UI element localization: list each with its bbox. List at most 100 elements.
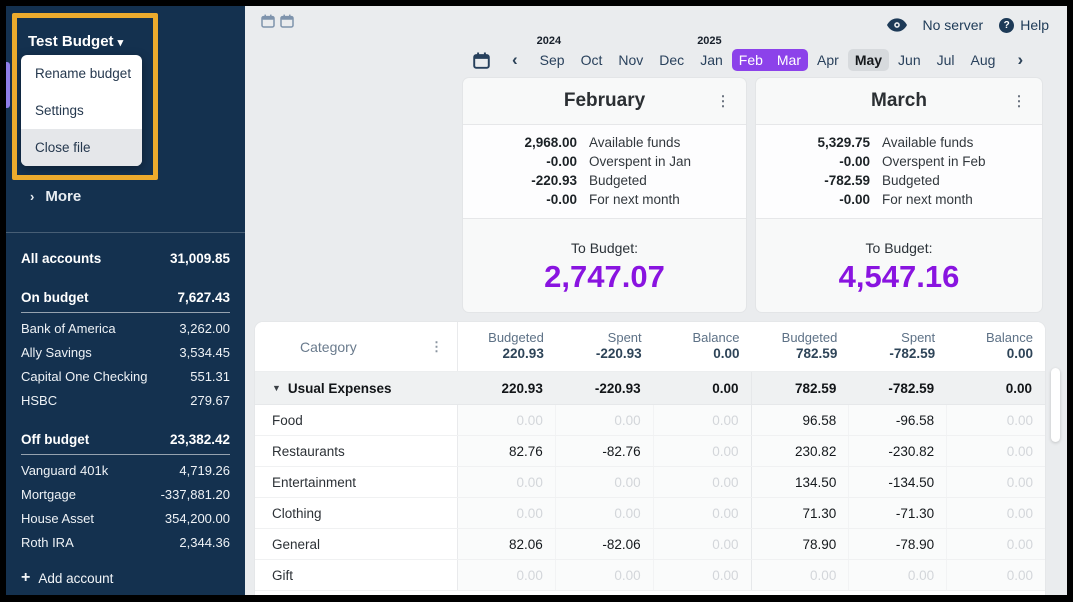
summary-value: -0.00 — [463, 192, 577, 207]
category-name-cell[interactable]: Clothing — [255, 498, 458, 528]
all-accounts-value: 31,009.85 — [170, 251, 230, 266]
column-header-spent[interactable]: Spent-782.59 — [849, 330, 947, 363]
add-account-button[interactable]: + Add account — [21, 566, 113, 590]
budget-value-cell[interactable]: -230.82 — [849, 436, 947, 466]
budget-name-button[interactable]: Test Budget▾ — [28, 33, 123, 50]
sidebar-item-all-accounts[interactable]: All accounts 31,009.85 — [21, 246, 230, 270]
month-jun[interactable]: Jun — [891, 49, 928, 71]
category-name-cell[interactable]: Entertainment — [255, 467, 458, 497]
column-header-budgeted[interactable]: Budgeted220.93 — [458, 330, 556, 363]
budget-value-cell[interactable]: 0.00 — [752, 560, 850, 590]
budget-value-cell[interactable]: 0.00 — [458, 560, 556, 590]
server-status-label[interactable]: No server — [923, 17, 984, 33]
budget-value-cell[interactable]: 0.00 — [654, 560, 752, 590]
month-may[interactable]: May — [848, 49, 889, 71]
budget-value-cell[interactable]: 134.50 — [752, 467, 850, 497]
category-name-cell[interactable]: Gift — [255, 560, 458, 590]
category-name: Clothing — [272, 506, 322, 521]
budget-value-cell[interactable]: 0.00 — [556, 560, 654, 590]
account-row[interactable]: Capital One Checking551.31 — [21, 364, 230, 388]
budget-value-cell[interactable]: 0.00 — [947, 529, 1045, 559]
previous-months-button[interactable]: ‹ — [506, 50, 524, 70]
sidebar-item-more[interactable]: › More — [30, 188, 81, 205]
table-header-row: Category ⋮ Budgeted220.93Spent-220.93Bal… — [255, 322, 1045, 372]
month-jul[interactable]: Jul — [930, 49, 962, 71]
budget-value-cell[interactable]: 0.00 — [654, 529, 752, 559]
budget-value-cell[interactable]: -96.58 — [849, 405, 947, 435]
calendar-icon[interactable] — [280, 14, 294, 33]
budget-value-cell[interactable]: 0.00 — [947, 436, 1045, 466]
month-mar[interactable]: Mar — [770, 49, 808, 71]
account-name: Mortgage — [21, 487, 76, 502]
privacy-eye-icon[interactable] — [887, 18, 907, 32]
month-feb[interactable]: Feb — [732, 49, 770, 71]
budget-value-cell[interactable]: 0.00 — [947, 498, 1045, 528]
column-header-budgeted[interactable]: Budgeted782.59 — [752, 330, 850, 363]
to-budget-amount[interactable]: 2,747.07 — [463, 259, 746, 295]
column-header-balance[interactable]: Balance0.00 — [654, 330, 752, 363]
budget-value-cell[interactable]: -82.06 — [556, 529, 654, 559]
budget-value-cell[interactable]: 0.00 — [654, 498, 752, 528]
month-menu-dots-icon[interactable]: ⋮ — [716, 93, 730, 110]
account-row[interactable]: House Asset354,200.00 — [21, 506, 230, 530]
summary-value: 5,329.75 — [756, 135, 870, 150]
month-menu-dots-icon[interactable]: ⋮ — [1012, 93, 1026, 110]
month-sep[interactable]: Sep2024 — [533, 49, 572, 71]
account-row[interactable]: Mortgage-337,881.20 — [21, 482, 230, 506]
account-row[interactable]: Ally Savings3,534.45 — [21, 340, 230, 364]
budget-value-cell[interactable]: 0.00 — [654, 405, 752, 435]
budget-value-cell[interactable]: 82.76 — [458, 436, 556, 466]
budget-value-cell[interactable]: 0.00 — [556, 498, 654, 528]
next-months-button[interactable]: › — [1011, 50, 1029, 70]
budget-value-cell[interactable]: 0.00 — [458, 467, 556, 497]
vertical-scrollbar[interactable] — [1051, 368, 1060, 442]
month-aug[interactable]: Aug — [964, 49, 1003, 71]
category-group-row[interactable]: ▼ Usual Expenses 220.93-220.930.00782.59… — [255, 372, 1045, 405]
budget-value-cell[interactable]: 78.90 — [752, 529, 850, 559]
budget-value-cell[interactable]: 0.00 — [654, 467, 752, 497]
budget-value-cell[interactable]: 0.00 — [458, 498, 556, 528]
category-name-cell[interactable]: Restaurants — [255, 436, 458, 466]
budget-value-cell[interactable]: -82.76 — [556, 436, 654, 466]
menu-item-settings[interactable]: Settings — [21, 92, 142, 129]
month-oct[interactable]: Oct — [574, 49, 610, 71]
budget-value-cell[interactable]: 0.00 — [947, 560, 1045, 590]
collapse-triangle-icon[interactable]: ▼ — [272, 383, 281, 393]
month-apr[interactable]: Apr — [810, 49, 846, 71]
budget-value-cell[interactable]: 96.58 — [752, 405, 850, 435]
category-name-cell[interactable]: General — [255, 529, 458, 559]
column-header-spent[interactable]: Spent-220.93 — [556, 330, 654, 363]
help-button[interactable]: ? Help — [999, 17, 1049, 33]
column-header-balance[interactable]: Balance0.00 — [947, 330, 1045, 363]
account-row[interactable]: HSBC279.67 — [21, 388, 230, 412]
account-row[interactable]: Roth IRA2,344.36 — [21, 530, 230, 554]
sidebar-item-off-budget[interactable]: Off budget 23,382.42 — [21, 427, 230, 455]
calendar-picker-icon[interactable] — [473, 52, 490, 69]
budget-value-cell[interactable]: -78.90 — [849, 529, 947, 559]
budget-value-cell[interactable]: -134.50 — [849, 467, 947, 497]
calendar-icon[interactable] — [261, 14, 275, 33]
month-jan[interactable]: Jan2025 — [693, 49, 730, 71]
budget-value-cell[interactable]: -71.30 — [849, 498, 947, 528]
budget-value-cell[interactable]: 0.00 — [556, 467, 654, 497]
budget-value-cell[interactable]: 82.06 — [458, 529, 556, 559]
budget-value-cell[interactable]: 0.00 — [849, 560, 947, 590]
budget-value-cell[interactable]: 230.82 — [752, 436, 850, 466]
month-nov[interactable]: Nov — [611, 49, 650, 71]
to-budget-amount[interactable]: 4,547.16 — [756, 259, 1042, 295]
sidebar-divider — [6, 232, 245, 233]
sidebar-item-on-budget[interactable]: On budget 7,627.43 — [21, 285, 230, 313]
menu-item-rename-budget[interactable]: Rename budget — [21, 55, 142, 92]
budget-value-cell[interactable]: 0.00 — [947, 405, 1045, 435]
menu-item-close-file[interactable]: Close file — [21, 129, 142, 166]
category-name-cell[interactable]: Food — [255, 405, 458, 435]
account-row[interactable]: Vanguard 401k4,719.26 — [21, 458, 230, 482]
budget-value-cell[interactable]: 0.00 — [556, 405, 654, 435]
category-menu-dots-icon[interactable]: ⋮ — [430, 339, 443, 355]
budget-value-cell[interactable]: 0.00 — [458, 405, 556, 435]
account-row[interactable]: Bank of America3,262.00 — [21, 316, 230, 340]
budget-value-cell[interactable]: 0.00 — [654, 436, 752, 466]
budget-value-cell[interactable]: 0.00 — [947, 467, 1045, 497]
budget-value-cell[interactable]: 71.30 — [752, 498, 850, 528]
month-dec[interactable]: Dec — [652, 49, 691, 71]
